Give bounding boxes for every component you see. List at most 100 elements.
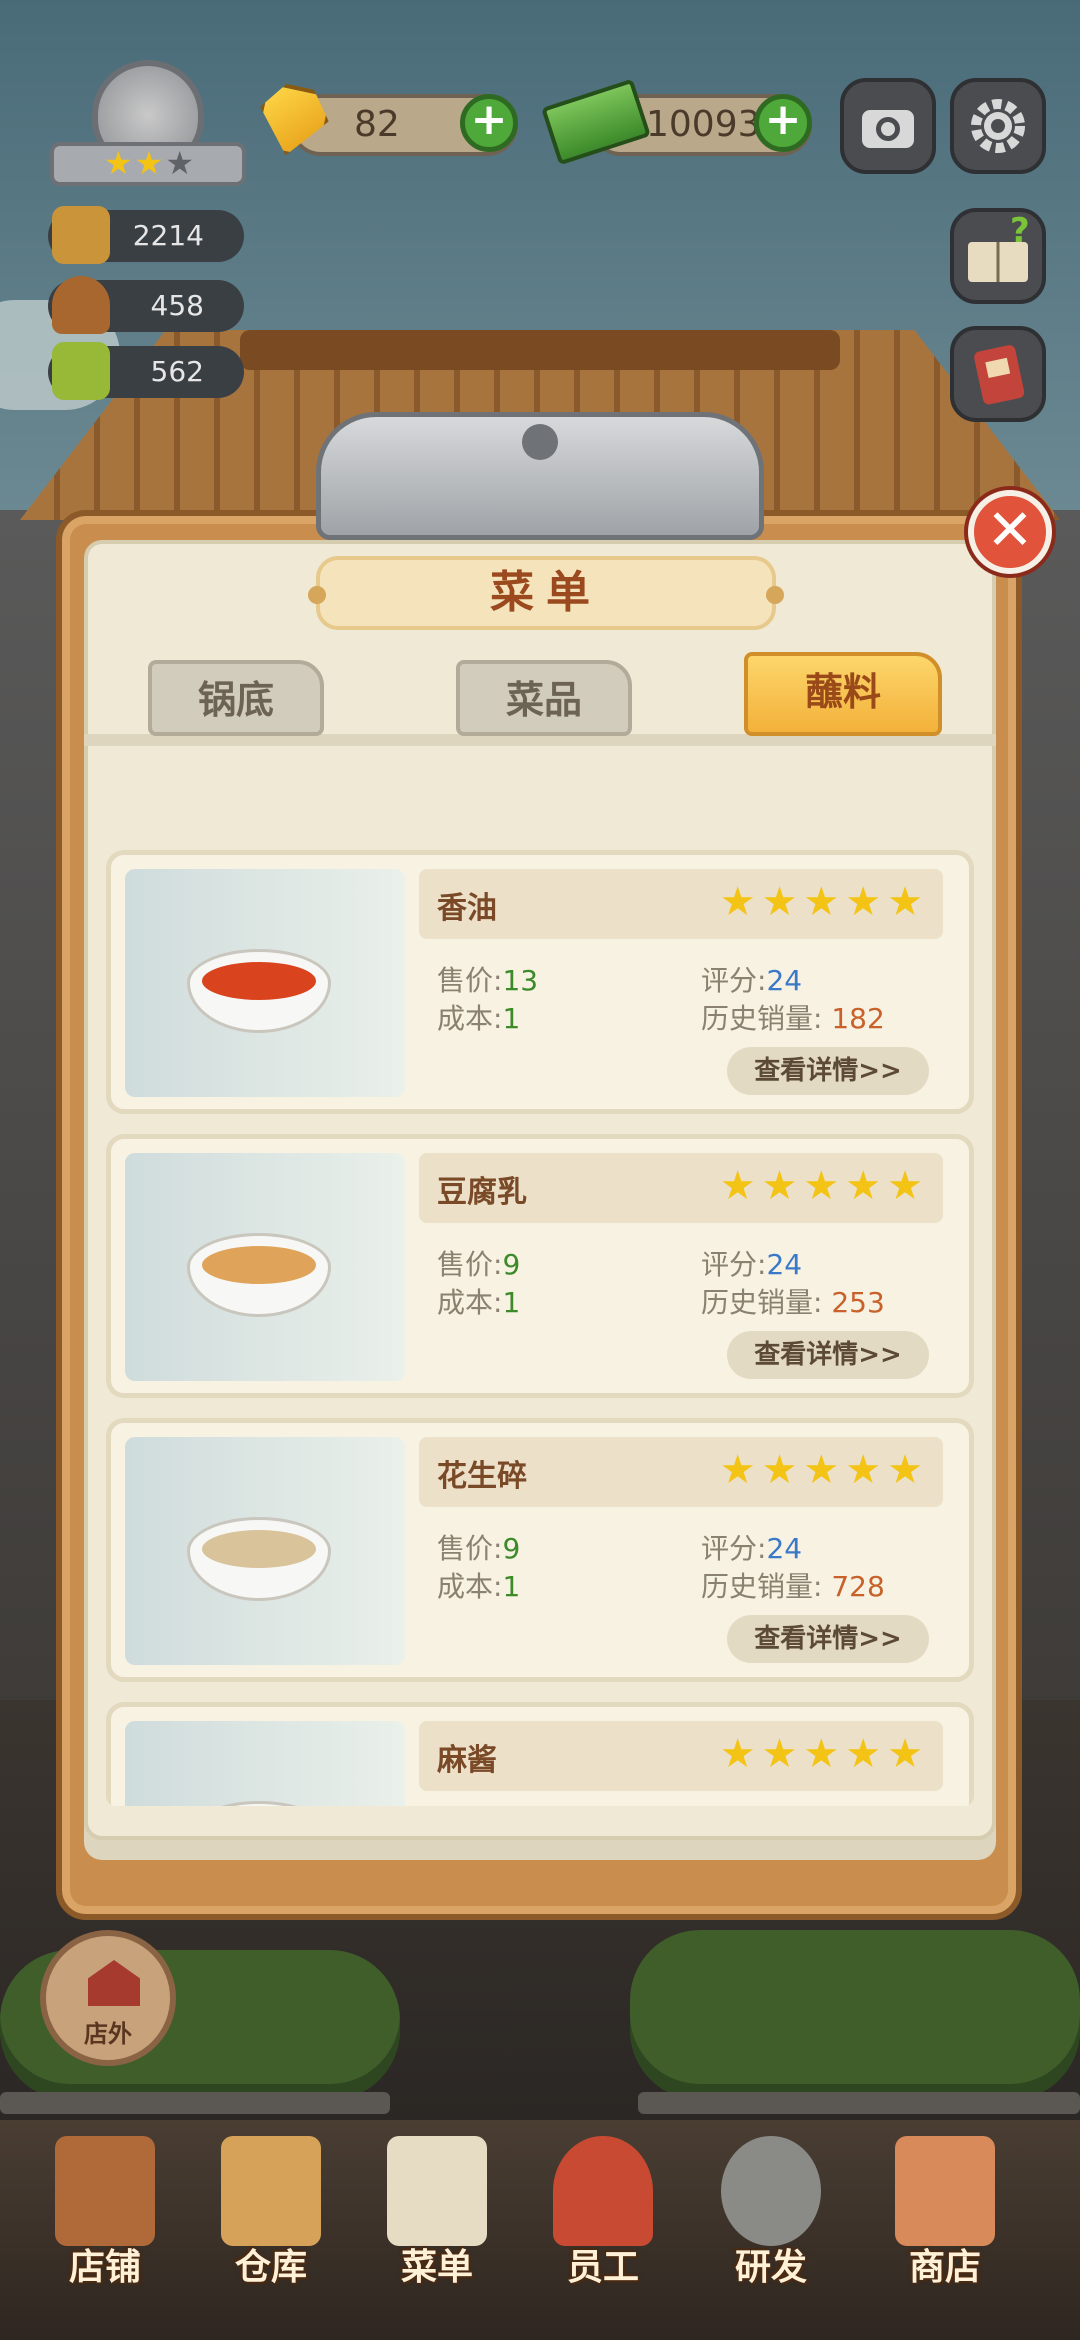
tab-soup-base[interactable]: 锅底: [148, 660, 324, 736]
item-rating: 评分:24: [701, 964, 803, 997]
item-thumbnail: [125, 869, 405, 1097]
view-details-button[interactable]: 查看详情>>: [727, 1615, 929, 1663]
menu-count: 562: [150, 355, 204, 388]
item-rating: 评分:24: [701, 1248, 803, 1281]
item-sales: 历史销量: 253: [701, 1286, 885, 1319]
nav-label: 菜单: [400, 2247, 473, 2288]
rank-stars: ★★★: [90, 144, 210, 182]
nav-menu[interactable]: 菜单: [362, 2128, 512, 2328]
bush-right: [630, 1930, 1080, 2100]
gem-counter: 82 +: [290, 94, 518, 156]
staff-waitress-icon: [553, 2136, 653, 2246]
crushed-peanuts-bowl-icon: [187, 1517, 331, 1601]
item-cost: 成本:1: [437, 1002, 521, 1035]
item-price: 售价:13: [437, 964, 539, 997]
item-name: 香油: [437, 891, 497, 926]
plaque-knob: [766, 586, 784, 604]
nav-label: 商店: [908, 2247, 981, 2288]
serving-count: 458: [150, 289, 204, 322]
nav-label: 员工: [566, 2247, 639, 2288]
gear-icon: [971, 99, 1025, 153]
panel-title: 菜单: [308, 556, 784, 630]
nav-warehouse[interactable]: 仓库: [196, 2128, 346, 2328]
panel-title-text: 菜单: [490, 567, 602, 618]
serving-stat: 458: [48, 276, 244, 334]
item-header: 豆腐乳 ★★★★★: [419, 1153, 943, 1223]
outside-store-button[interactable]: 店外: [40, 1930, 176, 2066]
house-icon: [88, 1960, 140, 2006]
cash-count: 10093: [646, 104, 761, 145]
plaque-knob: [308, 586, 326, 604]
item-cost: 成本:1: [437, 1570, 521, 1603]
red-book-icon: [974, 345, 1025, 405]
svg-text:?: ?: [1010, 212, 1030, 251]
star-icon: ★: [134, 144, 166, 182]
menu-stat: 562: [48, 342, 244, 400]
camera-icon: [862, 110, 914, 148]
list-item: 豆腐乳 ★★★★★ 售价:9 成本:1 评分:24 历史销量: 253 查看详情…: [106, 1134, 974, 1398]
nav-label: 研发: [734, 2247, 807, 2288]
nav-label: 店铺: [68, 2247, 141, 2288]
serving-tray-icon: [52, 276, 110, 334]
add-cash-button[interactable]: +: [754, 94, 812, 152]
sauce-list[interactable]: 香油 ★★★★★ 售价:13 成本:1 评分:24 历史销量: 182 查看详情…: [106, 830, 974, 1806]
item-name: 花生碎: [437, 1459, 527, 1494]
shop-building-icon: [55, 2136, 155, 2246]
item-header: 麻酱 ★★★★★: [419, 1721, 943, 1791]
store-stall-icon: [895, 2136, 995, 2246]
help-guide-button[interactable]: ?: [950, 208, 1046, 304]
nav-research[interactable]: 研发: [696, 2128, 846, 2328]
close-button[interactable]: ✕: [968, 490, 1052, 574]
item-stars: ★★★★★: [719, 1163, 929, 1209]
sesame-paste-bowl-icon: [187, 1801, 331, 1806]
item-header: 花生碎 ★★★★★: [419, 1437, 943, 1507]
camera-button[interactable]: [840, 78, 936, 174]
settings-button[interactable]: [950, 78, 1046, 174]
planter-right: [638, 2092, 1080, 2114]
add-gems-button[interactable]: +: [460, 94, 518, 152]
item-rating: 评分:24: [701, 1532, 803, 1565]
list-item: 香油 ★★★★★ 售价:13 成本:1 评分:24 历史销量: 182 查看详情…: [106, 850, 974, 1114]
star-empty-icon: ★: [165, 144, 197, 182]
menu-book-icon: [52, 342, 110, 400]
item-sales: 历史销量: 728: [701, 1570, 885, 1603]
item-thumbnail: [125, 1153, 405, 1381]
tab-dishes[interactable]: 菜品: [456, 660, 632, 736]
book-question-icon: ?: [968, 211, 1030, 282]
item-price: 售价:9: [437, 1248, 521, 1281]
outside-label: 店外: [84, 2020, 132, 2048]
list-item: 麻酱 ★★★★★: [106, 1702, 974, 1806]
item-header: 香油 ★★★★★: [419, 869, 943, 939]
nav-label: 仓库: [234, 2247, 307, 2288]
nav-staff[interactable]: 员工: [528, 2128, 678, 2328]
item-name: 麻酱: [437, 1743, 497, 1778]
item-price: 售价:9: [437, 1532, 521, 1565]
sesame-oil-bowl-icon: [187, 949, 331, 1033]
item-stars: ★★★★★: [719, 879, 929, 925]
list-item: 花生碎 ★★★★★ 售价:9 成本:1 评分:24 历史销量: 728 查看详情…: [106, 1418, 974, 1682]
tab-dipping-sauce[interactable]: 蘸料: [744, 652, 942, 736]
item-stars: ★★★★★: [719, 1447, 929, 1493]
gem-count: 82: [354, 104, 400, 145]
nav-store[interactable]: 商店: [870, 2128, 1020, 2328]
warehouse-boxes-icon: [221, 2136, 321, 2246]
tables-count: 2214: [132, 219, 204, 252]
clipboard-menu-icon: [387, 2136, 487, 2246]
star-icon: ★: [103, 144, 135, 182]
item-sales: 历史销量: 182: [701, 1002, 885, 1035]
view-details-button[interactable]: 查看详情>>: [727, 1331, 929, 1379]
tables-stat: 2214: [48, 206, 244, 264]
item-thumbnail: [125, 1437, 405, 1665]
clip-hole: [522, 424, 558, 460]
nav-shop[interactable]: 店铺: [30, 2128, 180, 2328]
roof-ridge: [240, 330, 840, 370]
restaurant-rank-badge[interactable]: ★★★: [50, 60, 246, 190]
recipe-book-button[interactable]: [950, 326, 1046, 422]
view-details-button[interactable]: 查看详情>>: [727, 1047, 929, 1095]
item-cost: 成本:1: [437, 1286, 521, 1319]
research-wok-icon: [721, 2136, 821, 2246]
item-thumbnail: [125, 1721, 405, 1806]
fermented-tofu-bowl-icon: [187, 1233, 331, 1317]
table-icon: [52, 206, 110, 264]
planter-left: [0, 2092, 390, 2114]
